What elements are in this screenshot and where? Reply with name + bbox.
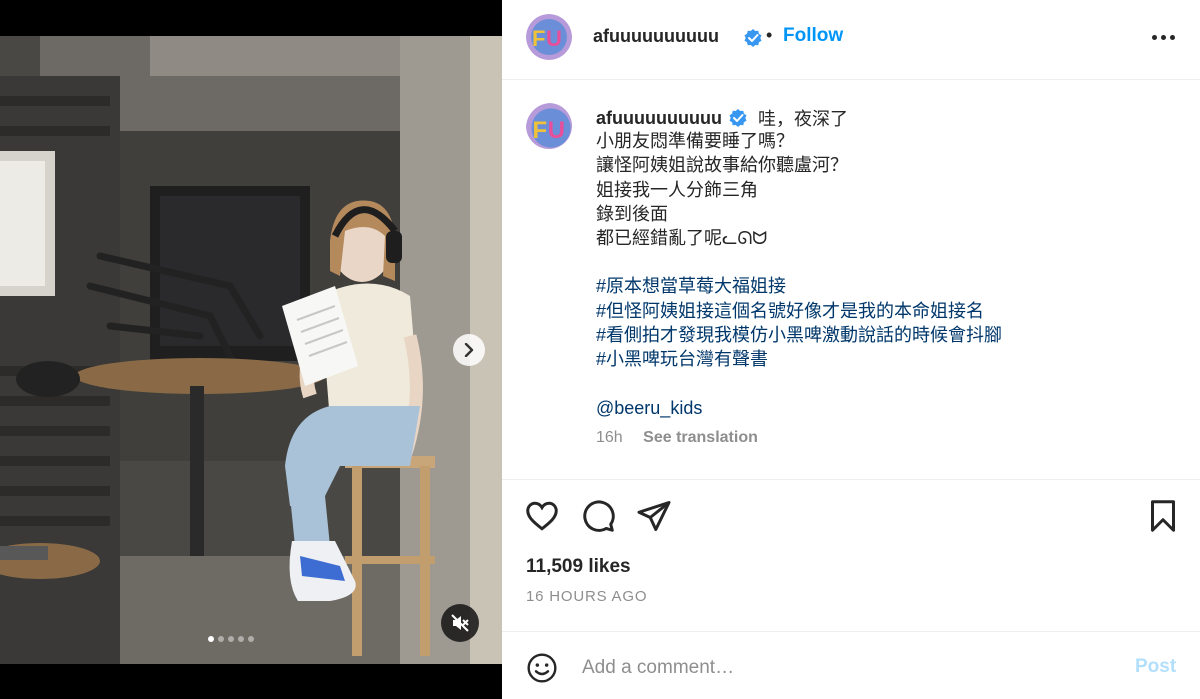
comment-icon[interactable] bbox=[580, 498, 616, 539]
caption-line: 姐接我一人分飾三角 bbox=[596, 179, 758, 200]
post-comment-button[interactable]: Post bbox=[1135, 656, 1176, 678]
carousel-next-button[interactable] bbox=[453, 334, 485, 366]
mute-button[interactable] bbox=[441, 604, 479, 642]
hashtag-link[interactable]: #看側拍才發現我模仿小黑啤激動說話的時候會抖腳 bbox=[596, 323, 1002, 347]
svg-text:U: U bbox=[548, 117, 565, 144]
verified-badge-icon bbox=[729, 109, 747, 127]
post-caption: F U afuuuuuuuuuu 哇，夜深了 小朋友悶準備要睡了嗎？ 讓怪阿姨姐… bbox=[502, 81, 1200, 479]
emoji-icon[interactable] bbox=[526, 652, 558, 689]
hashtag-link[interactable]: #小黑啤玩台灣有聲書 bbox=[596, 347, 1002, 371]
caption-line: 都已經錯亂了呢ᓚᘏᗢ bbox=[596, 228, 768, 249]
carousel-dot bbox=[218, 636, 224, 642]
bookmark-icon[interactable] bbox=[1145, 498, 1181, 539]
follow-button[interactable]: Follow bbox=[783, 25, 843, 47]
svg-text:F: F bbox=[533, 117, 548, 144]
post-video[interactable] bbox=[0, 36, 502, 664]
carousel-dot bbox=[208, 636, 214, 642]
carousel-dot bbox=[238, 636, 244, 642]
post-author-username[interactable]: afuuuuuuuuuu bbox=[593, 26, 719, 47]
comment-bar: Post bbox=[502, 631, 1200, 699]
chevron-right-icon bbox=[464, 343, 474, 357]
post-sidebar: F U afuuuuuuuuuu • Follow F U afuuuuuuuu… bbox=[502, 0, 1200, 699]
comment-input[interactable] bbox=[582, 654, 1102, 682]
svg-text:U: U bbox=[546, 26, 562, 51]
svg-text:F: F bbox=[532, 26, 545, 51]
likes-count[interactable]: 11,509 likes bbox=[526, 556, 631, 578]
caption-line: 錄到後面 bbox=[596, 203, 668, 224]
caption-line: 讓怪阿姨姐說故事給你聽盧河？ bbox=[596, 155, 848, 176]
more-options-icon[interactable] bbox=[1152, 35, 1175, 40]
caption-avatar[interactable]: F U bbox=[526, 103, 572, 149]
hashtag-link[interactable]: #但怪阿姨姐接這個名號好像才是我的本命姐接名 bbox=[596, 299, 1002, 323]
verified-badge-icon bbox=[744, 29, 762, 47]
carousel-dot bbox=[228, 636, 234, 642]
caption-username[interactable]: afuuuuuuuuuu bbox=[596, 108, 722, 129]
post-media bbox=[0, 0, 502, 699]
caption-timestamp[interactable]: 16h bbox=[596, 429, 623, 446]
see-translation-button[interactable]: See translation bbox=[643, 429, 758, 446]
caption-line: 小朋友悶準備要睡了嗎？ bbox=[596, 131, 794, 151]
header-separator: • bbox=[766, 25, 773, 45]
post-header: F U afuuuuuuuuuu • Follow bbox=[502, 0, 1200, 80]
carousel-dot bbox=[248, 636, 254, 642]
speaker-muted-icon bbox=[451, 614, 469, 632]
avatar[interactable]: F U bbox=[526, 14, 572, 60]
share-icon[interactable] bbox=[636, 498, 672, 539]
heart-icon[interactable] bbox=[524, 498, 560, 539]
carousel-indicator bbox=[208, 636, 254, 642]
post-time: 16 HOURS AGO bbox=[526, 588, 648, 605]
mention-link[interactable]: @beeru_kids bbox=[596, 396, 1002, 420]
caption-text: 哇，夜深了 bbox=[757, 109, 848, 129]
hashtag-link[interactable]: #原本想當草莓大福姐接 bbox=[596, 274, 1002, 298]
